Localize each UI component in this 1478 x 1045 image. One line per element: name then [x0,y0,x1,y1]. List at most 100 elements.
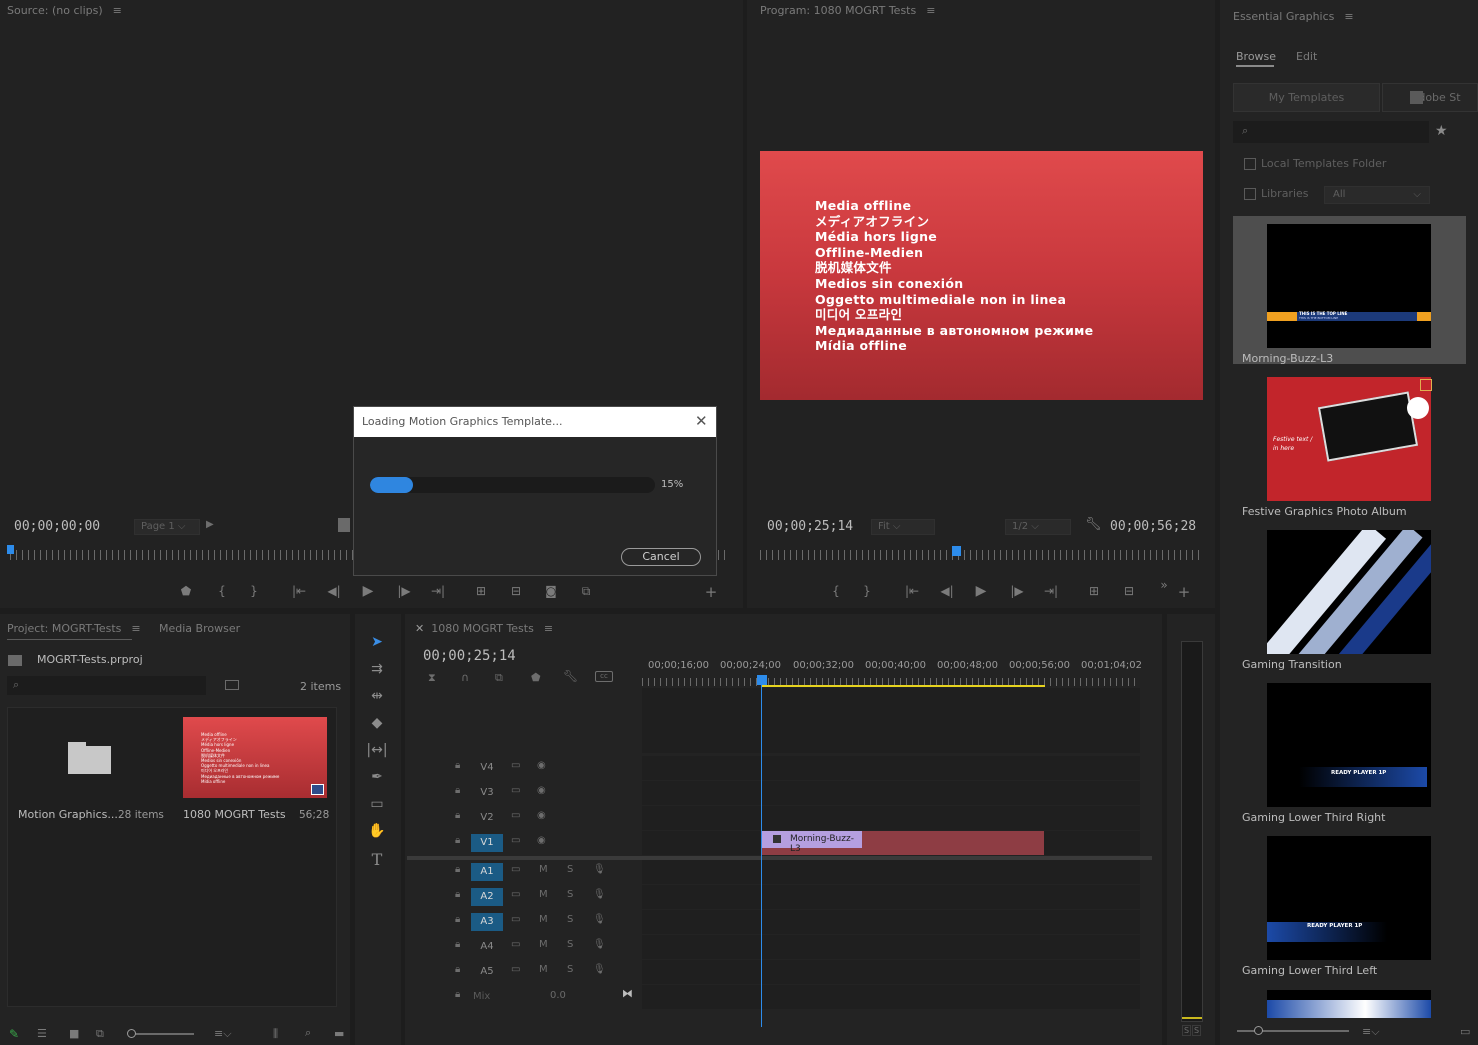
sync-lock-icon[interactable]: ▭ [511,810,520,821]
lock-icon[interactable]: 🔒︎ [455,760,460,771]
track-label[interactable]: A5 [471,963,503,981]
cancel-button[interactable]: Cancel [621,548,701,566]
solo-icon[interactable]: S [567,914,573,925]
razor-tool-icon[interactable]: ◆ [364,715,390,737]
extract-icon[interactable]: ⊟ [1119,584,1139,598]
fit-dropdown[interactable]: Fit ⌵ [871,519,935,535]
eye-icon[interactable]: ◉ [537,810,546,821]
step-forward-icon[interactable]: |▶ [394,584,414,598]
mute-icon[interactable]: M [539,964,548,975]
lock-icon[interactable]: 🔒︎ [455,810,460,821]
program-time-ruler[interactable] [760,550,1203,560]
mix-value[interactable]: 0.0 [550,990,566,1001]
snap-icon[interactable]: ⧗ [428,671,436,685]
track-content[interactable] [642,756,1140,780]
project-tab[interactable]: Project: MOGRT-Tests ≡ [7,622,141,635]
clip-morning-buzz[interactable]: Morning-Buzz-L3 [762,831,1044,855]
solo-icon[interactable]: S [567,964,573,975]
track-label[interactable]: A4 [471,938,503,956]
add-button-icon[interactable]: + [1174,583,1194,601]
timeline-playhead-head[interactable] [757,675,767,685]
go-to-out-icon[interactable]: ⇥| [428,584,448,598]
track-content[interactable] [642,885,1140,909]
add-marker-icon[interactable]: ⬟ [531,671,541,684]
star-icon[interactable]: ★ [1435,123,1448,139]
hand-tool-icon[interactable]: ✋ [364,823,390,845]
mic-icon[interactable]: 🎙︎ [593,889,606,900]
sync-lock-icon[interactable]: ▭ [511,760,520,771]
close-icon[interactable]: ✕ [695,412,708,430]
go-to-out-icon[interactable]: ⇥| [1041,584,1061,598]
template-thumbnail-partial[interactable] [1267,990,1431,1018]
source-playhead[interactable] [7,545,14,554]
automate-icon[interactable]: ⫼ [273,1027,278,1041]
mark-in-icon[interactable]: { [826,584,846,598]
mark-out-icon[interactable]: } [857,584,877,598]
template-card[interactable]: READY PLAYER 1P Gaming Lower Third Right [1233,675,1466,824]
track-content[interactable] [642,806,1140,830]
local-templates-checkbox[interactable] [1244,158,1256,170]
magnet-icon[interactable]: ∩ [461,671,469,684]
play-icon[interactable]: ▶ [358,583,378,599]
freeform-view-icon[interactable]: ⧉ [96,1027,104,1041]
mic-icon[interactable]: 🎙︎ [593,914,606,925]
solo-left-button[interactable]: S [1182,1025,1191,1036]
track-content[interactable] [642,860,1140,884]
eg-zoom-handle[interactable] [1254,1026,1263,1035]
add-marker-icon[interactable]: ⬟ [176,584,196,598]
wrench-icon[interactable]: 🔧︎ [1085,517,1102,532]
timeline-timecode[interactable]: 00;00;25;14 [423,648,516,664]
mute-icon[interactable]: M [539,864,548,875]
eye-icon[interactable]: ◉ [537,760,546,771]
resolution-dropdown[interactable]: 1/2 ⌵ [1005,519,1071,535]
panel-menu-icon[interactable]: ≡ [926,4,935,17]
lock-icon[interactable]: 🔒︎ [455,889,460,900]
bin-item-name[interactable]: Motion Graphics... [18,808,118,821]
button-editor-icon[interactable]: ⧉ [576,584,596,599]
track-select-tool-icon[interactable]: ⇉ [364,661,390,683]
eg-new-icon[interactable]: ▭ [1460,1025,1470,1038]
find-icon[interactable]: ⌕ [305,1026,311,1040]
track-label[interactable]: A1 [471,863,503,881]
panel-menu-icon[interactable]: ≡ [131,622,140,635]
edit-tab[interactable]: Edit [1296,50,1317,63]
lock-icon[interactable]: 🔒︎ [455,864,460,875]
captions-icon[interactable]: cc [595,671,613,682]
eye-icon[interactable]: ◉ [537,835,546,846]
lock-icon[interactable]: 🔒︎ [455,914,460,925]
mark-out-icon[interactable]: } [244,584,264,598]
export-frame-icon[interactable]: ◙ [541,584,561,598]
add-button-icon[interactable]: + [701,583,721,601]
track-content[interactable] [642,781,1140,805]
track-label[interactable]: V4 [471,759,503,777]
play-small-icon[interactable]: ▶ [206,519,214,530]
eye-icon[interactable]: ◉ [537,785,546,796]
mark-in-icon[interactable]: { [212,584,232,598]
pen-tool-icon[interactable]: ✒ [364,769,390,791]
close-tab-icon[interactable]: ✕ [415,622,424,635]
adobe-stock-tab[interactable]: Adobe St [1382,83,1478,112]
folder-icon[interactable] [68,742,111,774]
linked-selection-icon[interactable]: ⧉ [495,671,503,685]
essential-graphics-title[interactable]: Essential Graphics ≡ [1233,10,1354,23]
mic-icon[interactable]: 🎙︎ [593,864,606,875]
my-templates-tab[interactable]: My Templates [1233,83,1380,112]
rectangle-tool-icon[interactable]: ▭ [364,796,390,818]
template-card[interactable]: THIS IS THE TOP LINE THIS IS THE BOTTOM … [1233,216,1466,365]
libraries-dropdown[interactable]: All ⌵ [1324,186,1430,204]
new-bin-icon[interactable] [225,680,239,690]
play-icon[interactable]: ▶ [971,583,991,599]
program-timecode[interactable]: 00;00;25;14 [767,519,853,534]
lock-icon[interactable]: 🔒︎ [455,785,460,796]
project-search-input[interactable]: ⌕ [7,676,206,695]
sync-lock-icon[interactable]: ▭ [511,964,520,975]
sequence-thumbnail[interactable]: Media offline メディアオフライン Média hors ligne… [183,717,327,798]
settings-icon[interactable] [338,518,350,532]
media-browser-tab[interactable]: Media Browser [159,622,240,635]
track-label[interactable]: V3 [471,784,503,802]
sort-icon[interactable]: ≡⌵ [214,1027,232,1041]
timeline-tab[interactable]: ✕ 1080 MOGRT Tests ≡ [415,622,553,635]
bin-item-name[interactable]: 1080 MOGRT Tests [183,808,286,821]
track-content[interactable] [642,960,1140,984]
sync-lock-icon[interactable]: ▭ [511,939,520,950]
